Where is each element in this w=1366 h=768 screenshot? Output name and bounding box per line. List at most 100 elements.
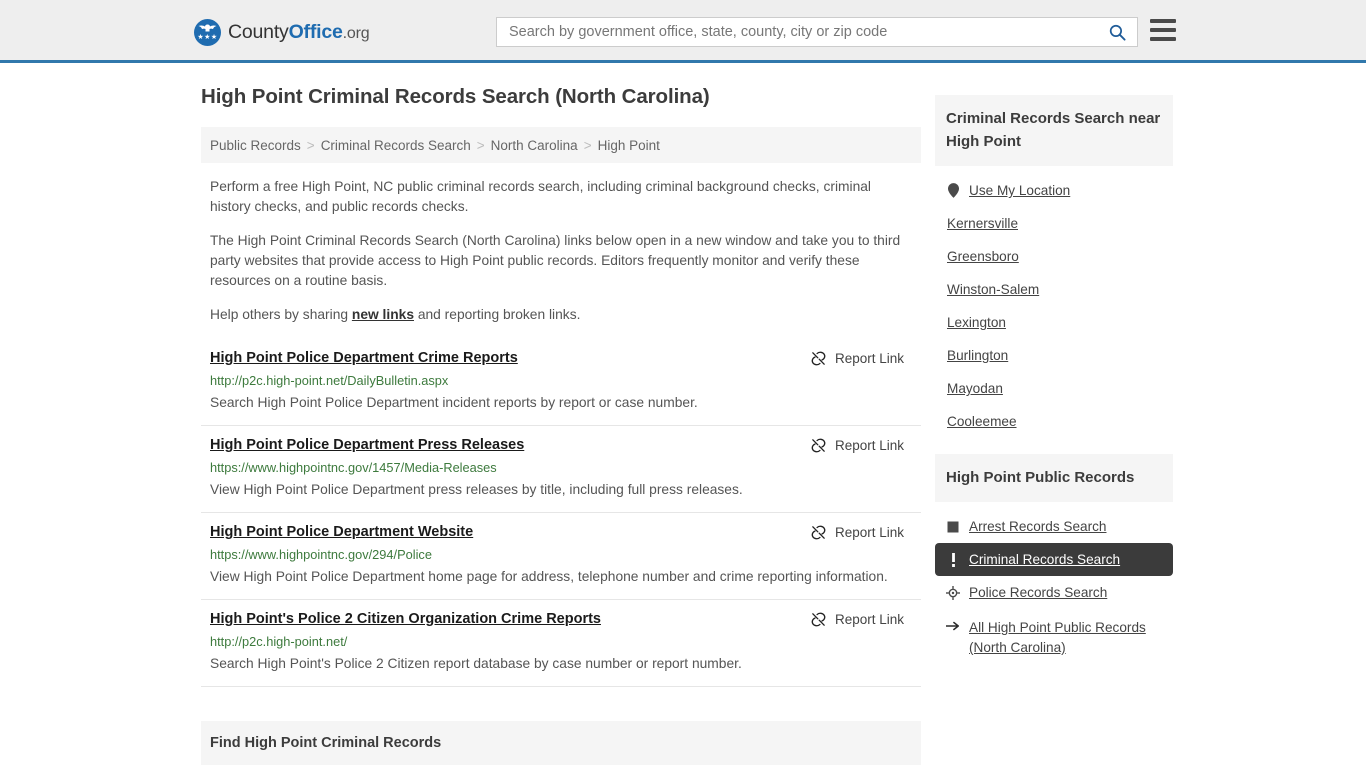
report-link-label: Report Link: [834, 612, 904, 627]
breadcrumb-separator-icon: >: [306, 137, 315, 153]
page-body: High Point Criminal Records Search (Nort…: [0, 63, 1366, 765]
map-pin-glyph: [947, 183, 959, 198]
sidebar-item-burlington[interactable]: Burlington: [935, 339, 1173, 372]
nearby-searches-box: Criminal Records Search near High Point …: [935, 95, 1173, 438]
search-input[interactable]: [497, 18, 1097, 46]
hamburger-menu-icon[interactable]: [1150, 19, 1176, 41]
arrow-right-icon: [946, 618, 960, 632]
sidebar-item-label[interactable]: Lexington: [947, 315, 1006, 330]
sidebar-item-criminal-records-search[interactable]: Criminal Records Search: [935, 543, 1173, 576]
hamburger-bar: [1150, 37, 1176, 41]
result-url: https://www.highpointnc.gov/1457/Media-R…: [210, 460, 497, 475]
handcuffs-icon: [946, 521, 960, 533]
exclamation-glyph: [951, 552, 955, 567]
report-link-button[interactable]: Report Link: [810, 523, 904, 541]
sidebar-item-winston-salem[interactable]: Winston-Salem: [935, 273, 1173, 306]
sidebar: Criminal Records Search near High Point …: [935, 85, 1173, 765]
result-header: High Point Police Department Crime Repor…: [210, 349, 912, 368]
sidebar-item-greensboro[interactable]: Greensboro: [935, 240, 1173, 273]
report-link-button[interactable]: Report Link: [810, 436, 904, 454]
stars-icon: ★★★: [197, 33, 218, 41]
search-bar[interactable]: [496, 17, 1138, 47]
nearby-searches-list: Use My Location Kernersville Greensboro …: [935, 166, 1173, 438]
logo-text-office: Office: [288, 20, 343, 43]
sidebar-item-label[interactable]: Use My Location: [969, 183, 1070, 198]
result-header: High Point Police Department Press Relea…: [210, 436, 912, 455]
sidebar-item-arrest-records-search[interactable]: Arrest Records Search: [935, 510, 1173, 543]
sidebar-item-all-public-records[interactable]: All High Point Public Records (North Car…: [935, 609, 1173, 667]
countyoffice-emblem-icon: ★★★: [194, 18, 221, 46]
sidebar-item-police-records-search[interactable]: Police Records Search: [935, 576, 1173, 609]
find-records-section: Find High Point Criminal Records: [201, 721, 921, 765]
broken-link-icon: [811, 525, 826, 540]
sidebar-item-lexington[interactable]: Lexington: [935, 306, 1173, 339]
breadcrumb-item-north-carolina[interactable]: North Carolina: [491, 138, 578, 153]
result-item: High Point's Police 2 Citizen Organizati…: [201, 600, 921, 687]
sidebar-item-use-my-location[interactable]: Use My Location: [935, 174, 1173, 207]
sidebar-item-label[interactable]: Winston-Salem: [947, 282, 1039, 297]
sidebar-item-label[interactable]: Burlington: [947, 348, 1008, 363]
handcuffs-glyph: [947, 521, 959, 532]
sidebar-item-label[interactable]: Kernersville: [947, 216, 1018, 231]
breadcrumb-separator-icon: >: [476, 137, 485, 153]
sidebar-item-kernersville[interactable]: Kernersville: [935, 207, 1173, 240]
police-badge-glyph: [946, 585, 960, 600]
result-item: High Point Police Department Crime Repor…: [201, 339, 921, 426]
sidebar-item-mayodan[interactable]: Mayodan: [935, 372, 1173, 405]
result-url: http://p2c.high-point.net/: [210, 634, 348, 649]
sidebar-item-label[interactable]: Arrest Records Search: [969, 519, 1107, 534]
search-icon: [1109, 24, 1126, 41]
result-description: View High Point Police Department press …: [210, 482, 743, 497]
breadcrumb-separator-icon: >: [583, 137, 592, 153]
result-title-link[interactable]: High Point's Police 2 Citizen Organizati…: [210, 610, 601, 629]
site-logo[interactable]: ★★★ CountyOffice.org: [194, 18, 370, 46]
sidebar-item-label[interactable]: Cooleemee: [947, 414, 1017, 429]
result-description: View High Point Police Department home p…: [210, 569, 888, 584]
public-records-box: High Point Public Records Arrest Records…: [935, 454, 1173, 667]
public-records-heading: High Point Public Records: [935, 454, 1173, 502]
report-link-label: Report Link: [834, 438, 904, 453]
page-title: High Point Criminal Records Search (Nort…: [201, 85, 710, 108]
search-button[interactable]: [1097, 18, 1137, 46]
sidebar-item-label[interactable]: Criminal Records Search: [969, 552, 1120, 567]
intro-text: Perform a free High Point, NC public cri…: [201, 177, 921, 325]
intro-p3-prefix: Help others by sharing: [210, 307, 352, 322]
intro-paragraph-3: Help others by sharing new links and rep…: [201, 305, 921, 325]
content-container: High Point Criminal Records Search (Nort…: [193, 63, 1173, 765]
results-list: High Point Police Department Crime Repor…: [201, 339, 921, 687]
logo-text-org: .org: [342, 24, 370, 42]
report-link-button[interactable]: Report Link: [810, 610, 904, 628]
sidebar-item-label[interactable]: All High Point Public Records (North Car…: [969, 618, 1162, 658]
result-url: http://p2c.high-point.net/DailyBulletin.…: [210, 373, 449, 388]
report-link-label: Report Link: [834, 525, 904, 540]
sidebar-item-label[interactable]: Mayodan: [947, 381, 1003, 396]
broken-link-icon: [811, 351, 826, 366]
logo-wordmark: CountyOffice.org: [228, 20, 370, 44]
result-title-link[interactable]: High Point Police Department Press Relea…: [210, 436, 524, 455]
police-badge-icon: [946, 585, 960, 600]
breadcrumb: Public Records > Criminal Records Search…: [201, 127, 921, 163]
result-item: High Point Police Department Press Relea…: [201, 426, 921, 513]
sidebar-item-label[interactable]: Police Records Search: [969, 585, 1107, 600]
report-link-button[interactable]: Report Link: [810, 349, 904, 367]
intro-p3-suffix: and reporting broken links.: [414, 307, 581, 322]
breadcrumb-item-public-records[interactable]: Public Records: [210, 138, 301, 153]
breadcrumb-item-criminal-records-search[interactable]: Criminal Records Search: [321, 138, 471, 153]
broken-link-icon: [811, 612, 826, 627]
public-records-list: Arrest Records Search Criminal Records S…: [935, 502, 1173, 667]
exclamation-icon: [946, 552, 960, 567]
result-title-link[interactable]: High Point Police Department Website: [210, 523, 473, 542]
result-description: Search High Point Police Department inci…: [210, 395, 698, 410]
new-links-link[interactable]: new links: [352, 307, 414, 322]
sidebar-item-cooleemee[interactable]: Cooleemee: [935, 405, 1173, 438]
breadcrumb-item-high-point: High Point: [597, 137, 660, 153]
result-title-link[interactable]: High Point Police Department Crime Repor…: [210, 349, 518, 368]
intro-paragraph-1: Perform a free High Point, NC public cri…: [210, 179, 871, 214]
map-pin-icon: [946, 183, 960, 198]
sidebar-item-label[interactable]: Greensboro: [947, 249, 1019, 264]
main-column: High Point Criminal Records Search (Nort…: [193, 85, 921, 765]
eagle-icon: [198, 24, 217, 31]
report-link-label: Report Link: [834, 351, 904, 366]
result-description: Search High Point's Police 2 Citizen rep…: [210, 656, 742, 671]
logo-text-county: County: [228, 20, 289, 43]
